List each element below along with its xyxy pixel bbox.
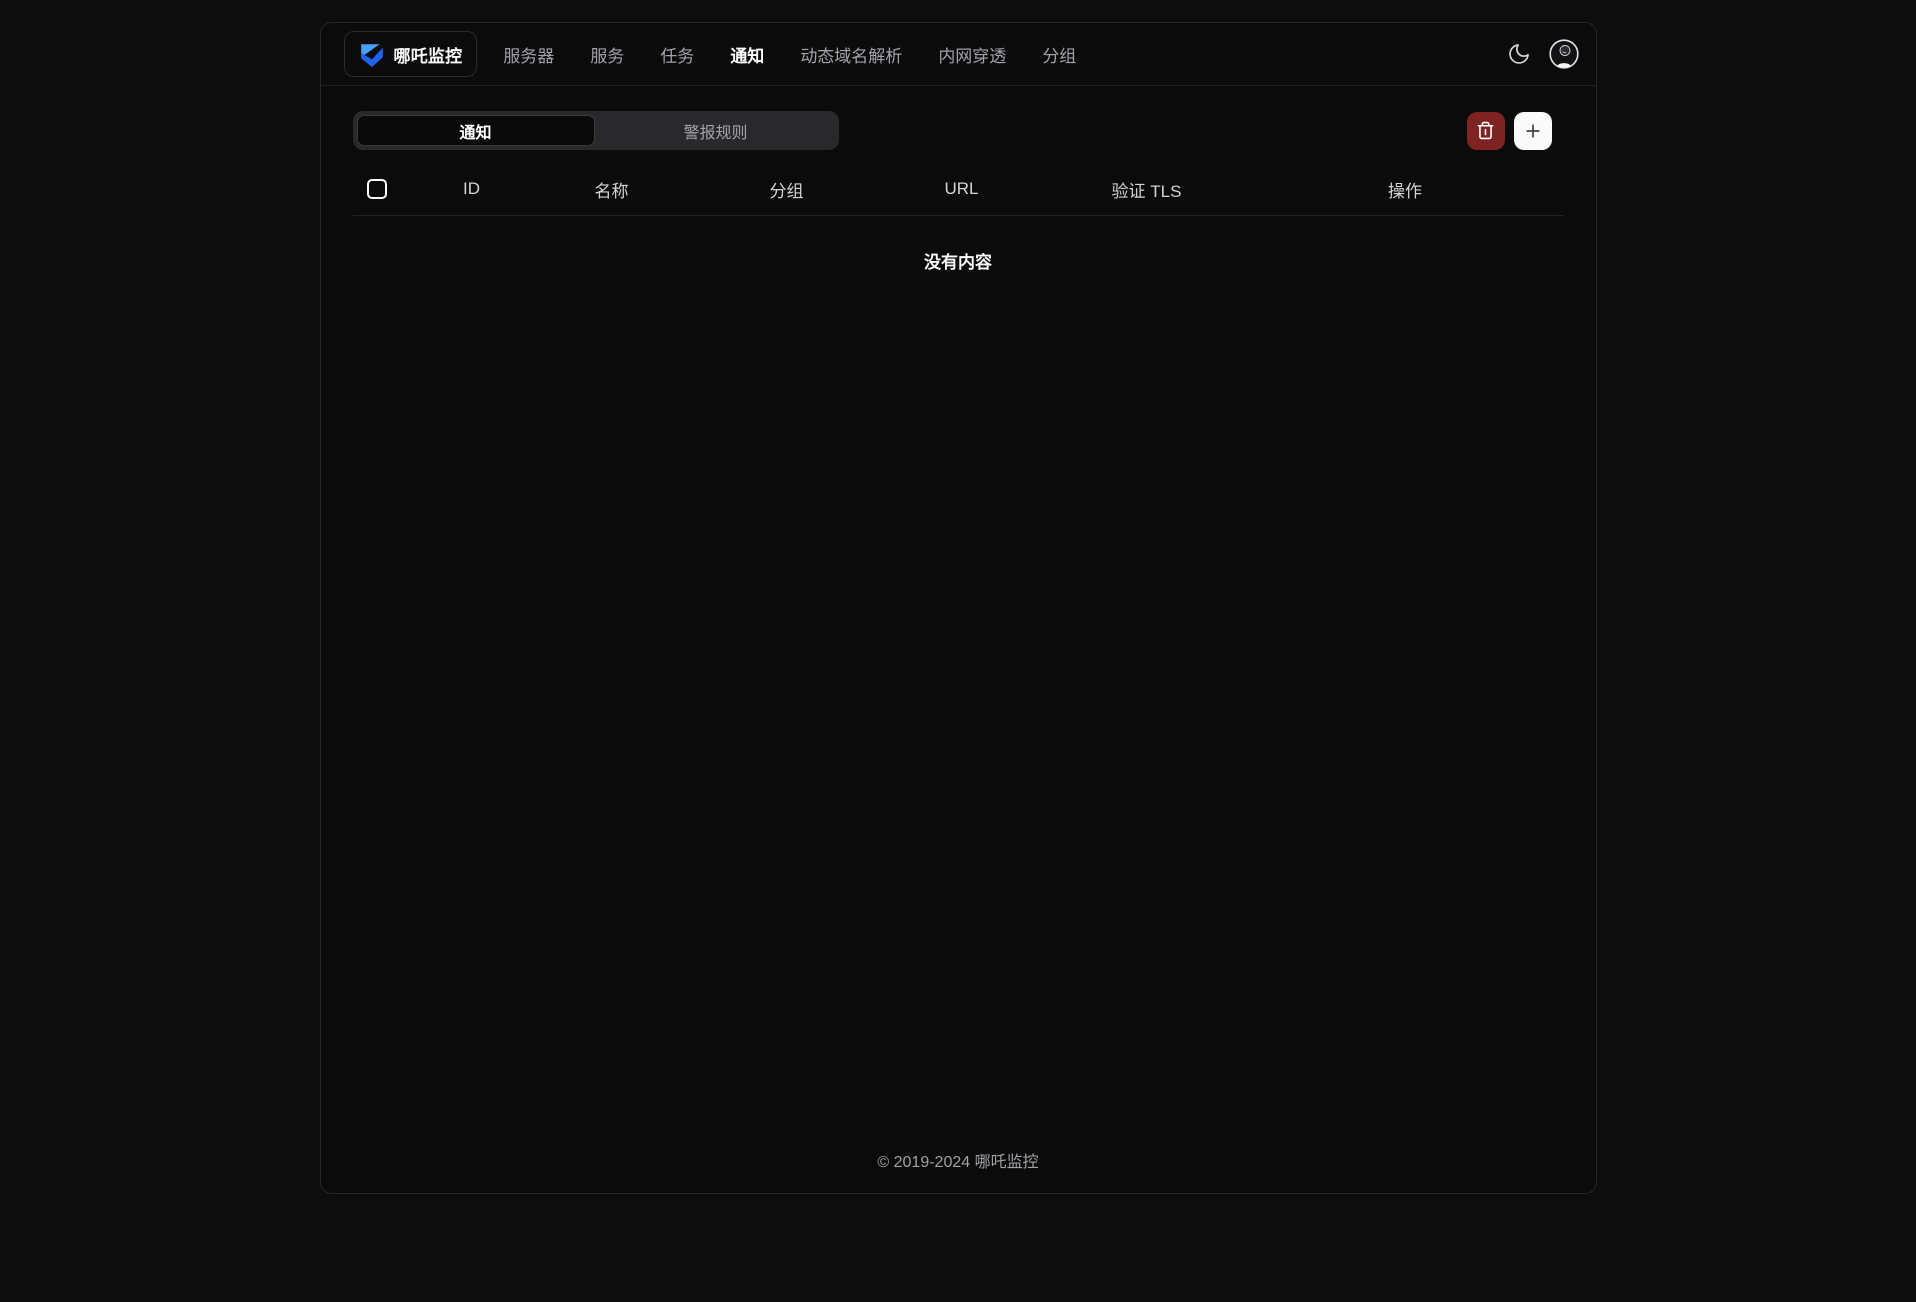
nav-item-servers[interactable]: 服务器 <box>503 42 554 67</box>
main-nav: 服务器 服务 任务 通知 动态域名解析 内网穿透 分组 <box>503 42 1076 67</box>
toolbar-actions <box>1467 112 1552 150</box>
footer-copyright: © 2019-2024 哪吒监控 <box>353 1130 1564 1193</box>
column-header-actions: 操作 <box>1247 177 1564 202</box>
add-notification-button[interactable] <box>1514 112 1552 150</box>
theme-toggle-button[interactable] <box>1502 37 1536 71</box>
nav-item-groups[interactable]: 分组 <box>1042 42 1076 67</box>
tab-alert-rules[interactable]: 警报规则 <box>597 115 835 146</box>
nav-item-ddns[interactable]: 动态域名解析 <box>800 42 902 67</box>
content-area: 通知 警报规则 <box>321 86 1596 1193</box>
table-header-select-cell <box>353 179 417 199</box>
nav-item-services[interactable]: 服务 <box>590 42 624 67</box>
main-panel: 哪吒监控 服务器 服务 任务 通知 动态域名解析 内网穿透 分组 <box>320 22 1597 1194</box>
moon-icon <box>1507 42 1531 66</box>
plus-icon <box>1523 121 1543 141</box>
select-all-checkbox[interactable] <box>367 179 387 199</box>
delete-selected-button[interactable] <box>1467 112 1505 150</box>
trash-icon <box>1476 121 1495 140</box>
column-header-id: ID <box>417 179 527 199</box>
nav-item-tasks[interactable]: 任务 <box>660 42 694 67</box>
tab-switcher: 通知 警报规则 <box>353 111 839 150</box>
toolbar: 通知 警报规则 <box>353 111 1564 150</box>
nav-item-notifications[interactable]: 通知 <box>730 42 764 67</box>
navbar-right <box>1502 37 1579 71</box>
tab-notifications[interactable]: 通知 <box>357 115 595 146</box>
user-menu-button[interactable] <box>1549 39 1579 69</box>
column-header-name: 名称 <box>527 177 697 202</box>
column-header-group: 分组 <box>697 177 877 202</box>
brand-label: 哪吒监控 <box>394 42 463 67</box>
brand-logo-icon <box>359 41 385 67</box>
column-header-verify-tls: 验证 TLS <box>1047 177 1247 202</box>
table-empty-state: 没有内容 <box>353 216 1564 304</box>
empty-state-text: 没有内容 <box>924 248 992 273</box>
navbar: 哪吒监控 服务器 服务 任务 通知 动态域名解析 内网穿透 分组 <box>321 23 1596 86</box>
nav-item-nat[interactable]: 内网穿透 <box>938 42 1006 67</box>
brand-home-link[interactable]: 哪吒监控 <box>344 31 478 77</box>
column-header-url: URL <box>877 179 1047 199</box>
user-avatar <box>1549 39 1579 69</box>
table-header: ID 名称 分组 URL 验证 TLS 操作 <box>353 163 1564 216</box>
